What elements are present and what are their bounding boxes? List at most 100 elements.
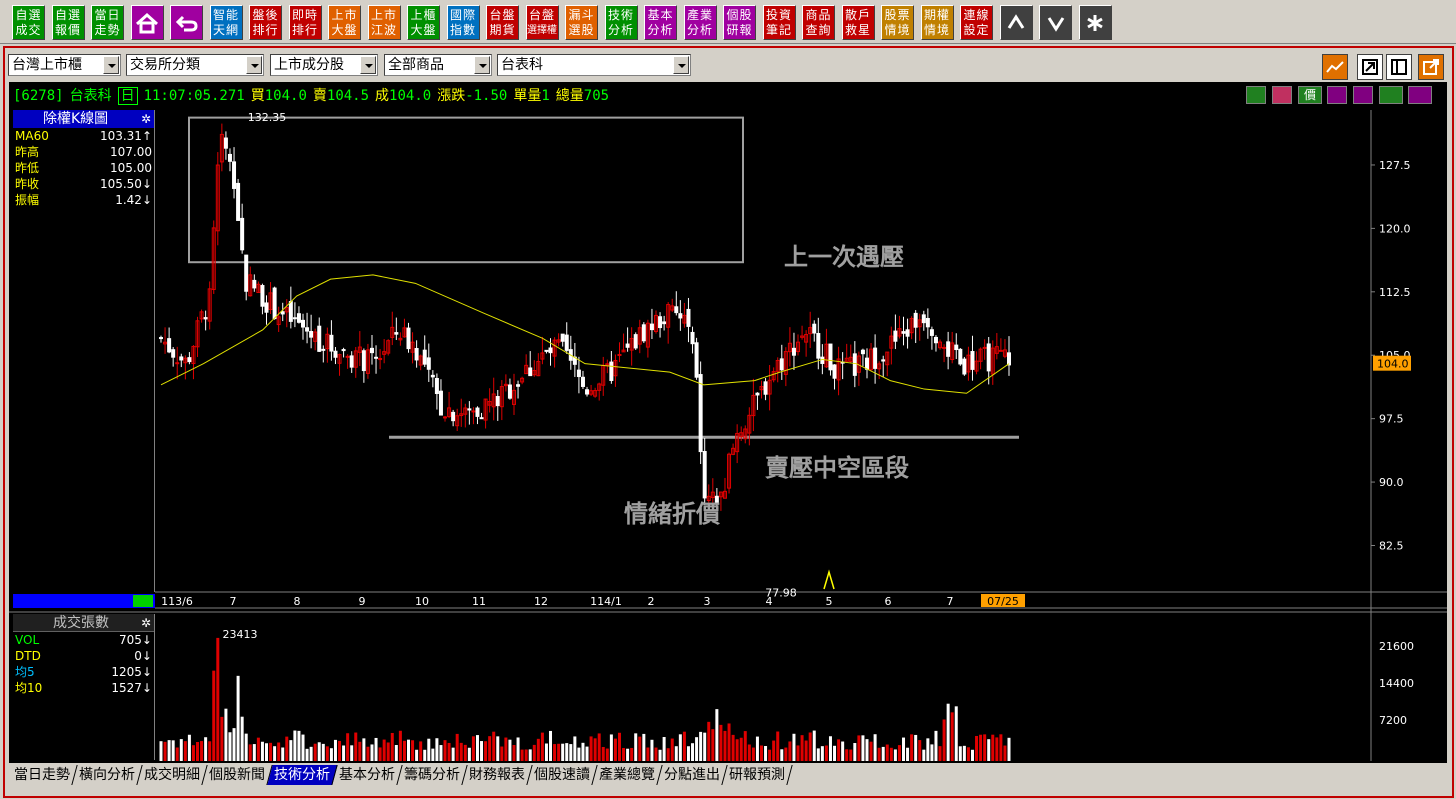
tab-label: 橫向分析 [79,767,135,783]
toolbar-button-13[interactable]: 台盤 選擇權 [525,5,559,40]
volume-bar [658,749,662,761]
candle-body [410,341,415,353]
tab-9[interactable]: 產業總覽 [592,765,663,785]
tab-5[interactable]: 基本分析 [332,765,403,785]
toolbar-button-label: 當日 [94,8,121,22]
toolbar-button-24[interactable]: 連線 設定 [960,5,993,40]
layout-icon[interactable] [1272,86,1292,104]
popout-icon[interactable] [1418,54,1444,80]
volume-bar [638,736,642,761]
unit-volume-value: 1 [541,88,550,104]
candle-body [443,416,448,419]
tab-11[interactable]: 研報預測 [722,765,793,785]
toolbar-button-5[interactable]: 智能 天網 [209,5,243,40]
volume-bar [808,732,812,761]
gear-icon[interactable]: ✲ [141,110,151,128]
candle-body [548,347,553,354]
toolbar-button-11[interactable]: 國際 指數 [446,5,480,40]
price-tick-label: 90.0 [1379,476,1404,489]
split-view-icon[interactable] [1386,54,1412,80]
volume-panel-title[interactable]: 成交張數 ✲ [13,614,154,632]
volume-bar [682,731,686,761]
volume-bar [411,740,415,761]
component-select[interactable]: 上市成分股 [270,54,378,76]
candle-body [471,410,476,413]
volume-bar [719,724,723,761]
tab-4[interactable]: 技術分析 [267,765,338,785]
remove-panel-icon[interactable] [1353,86,1373,104]
volume-bar [333,739,337,761]
toolbar-button-6[interactable]: 盤後 排行 [249,5,282,40]
candle-body [252,279,257,289]
tab-2[interactable]: 成交明細 [137,765,208,785]
arrow-down-icon[interactable] [1039,5,1072,40]
chart-area[interactable]: [6278] 台表科日 11:07:05.271 買104.0 賣104.5 成104.0… [9,82,1447,763]
restore-window-icon[interactable] [1357,54,1383,80]
toolbar-button-18[interactable]: 個股 研報 [723,5,756,40]
chevron-down-icon[interactable] [246,56,262,74]
toolbar-button-2[interactable]: 當日 走勢 [91,5,124,40]
toolbar-button-22[interactable]: 股票 情境 [881,5,914,40]
candle-body [767,379,772,395]
tab-6[interactable]: 籌碼分析 [397,765,468,785]
toolbar-button-20[interactable]: 商品 查詢 [802,5,835,40]
home-icon[interactable] [130,5,164,40]
toolbar-button-label: 筆記 [765,23,792,37]
scrollbar-track[interactable] [13,594,155,608]
price-toggle[interactable]: 價 [1298,86,1322,104]
add-panel-icon[interactable] [1327,86,1347,104]
toolbar-button-14[interactable]: 漏斗 選股 [565,5,598,40]
chevron-down-icon[interactable] [673,56,689,74]
volume-bar [841,741,845,761]
toolbar-button-17[interactable]: 產業 分析 [683,5,717,40]
back-icon[interactable] [170,5,203,40]
list-icon[interactable] [1379,86,1403,104]
tab-7[interactable]: 財務報表 [462,765,533,785]
chevron-down-icon[interactable] [474,56,490,74]
product-select[interactable]: 全部商品 [384,54,492,76]
toolbar-button-10[interactable]: 上櫃 大盤 [407,5,440,40]
period-badge[interactable]: 日 [117,87,138,105]
chevron-down-icon[interactable] [103,56,119,74]
toolbar-button-8[interactable]: 上市 大盤 [328,5,361,40]
menu-icon[interactable] [1408,86,1432,104]
toolbar-button-1[interactable]: 自選 報價 [51,5,85,40]
toolbar-button-7[interactable]: 即時 排行 [288,5,322,40]
arrow-up-icon[interactable] [999,5,1033,40]
toolbar-button-0[interactable]: 自選 成交 [12,5,45,40]
volume-bar [727,723,731,761]
market-select[interactable]: 台灣上市櫃 [8,54,121,76]
volume-bar [662,737,666,761]
tab-3[interactable]: 個股新聞 [202,765,273,785]
toolbar-button-19[interactable]: 投資 筆記 [762,5,796,40]
volume-bar [678,734,682,761]
tab-1[interactable]: 橫向分析 [72,765,143,785]
toolbar-button-23[interactable]: 期權 情境 [920,5,954,40]
price-panel-title[interactable]: 除權K線圖 ✲ [13,110,154,128]
scrollbar-thumb[interactable] [133,595,153,607]
toolbar-button-9[interactable]: 上市 江波 [367,5,401,40]
tab-10[interactable]: 分點進出 [657,765,728,785]
toolbar-button-12[interactable]: 台盤 期貨 [486,5,519,40]
gear-icon[interactable]: ✲ [141,614,151,632]
tab-0[interactable]: 當日走勢 [7,765,78,785]
category-select[interactable]: 交易所分類 [126,54,264,76]
zoom-out-icon[interactable] [1246,86,1266,104]
candle-body [369,347,374,354]
toolbar-button-label: 分析 [647,23,674,37]
volume-bar [857,735,861,761]
candle-body [264,302,269,313]
asterisk-icon[interactable] [1078,5,1112,40]
candle-body [572,356,577,365]
toolbar-button-21[interactable]: 散戶 救星 [841,5,875,40]
tab-8[interactable]: 個股速讀 [527,765,598,785]
toolbar-button-16[interactable]: 基本 分析 [644,5,677,40]
chevron-down-icon[interactable] [360,56,376,74]
chart-icon[interactable] [1322,54,1348,80]
stock-select[interactable]: 台表科 [497,54,691,76]
toolbar-button-15[interactable]: 技術 分析 [604,5,638,40]
candle-body [796,341,801,353]
candle-body [832,364,837,379]
candle-body [601,364,606,386]
volume-bar [609,734,613,761]
